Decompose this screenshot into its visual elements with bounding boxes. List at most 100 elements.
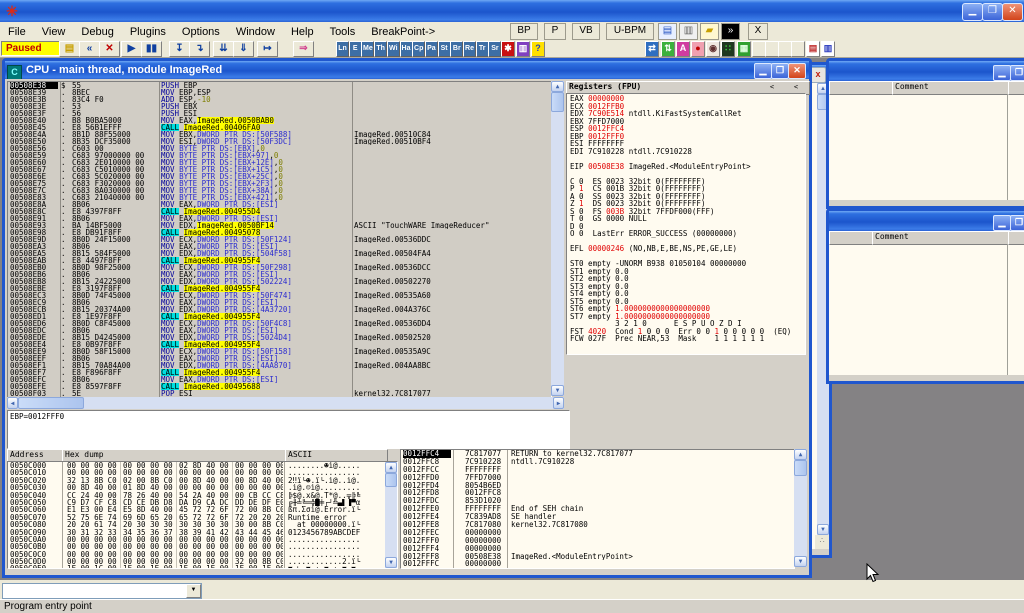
register-line[interactable]: FCW 027F Prec NEAR,53 Mask 1 1 1 1 1 1 — [570, 335, 805, 343]
panel-button-e[interactable]: E — [349, 41, 362, 57]
grid-window-icon[interactable]: ▦ — [737, 41, 751, 57]
go-to-icon[interactable]: ⇒ — [293, 41, 314, 57]
doc-gray-icon[interactable]: ▥ — [679, 23, 698, 40]
dump-row[interactable]: 0050C02032 13 8B C002 00 8B C000 8D 40 0… — [8, 477, 397, 484]
disassembly-vscroll[interactable]: ▲ ▼ — [551, 81, 564, 396]
disasm-row[interactable]: 00508E75.C683 F3020000 00MOV BYTE PTR DS… — [8, 180, 551, 187]
dump-row[interactable]: 0050C08020 20 61 7420 30 30 3030 30 30 3… — [8, 521, 397, 528]
trace-over-icon[interactable]: ⇓ — [233, 41, 254, 57]
disasm-row[interactable]: 00508E40.B8 B0BA5000MOV EAX,ImageRed.005… — [8, 117, 551, 124]
panel-button-wi[interactable]: Wi — [387, 41, 400, 57]
dump-row[interactable]: 0050C0A000 00 00 0000 00 00 0000 00 00 0… — [8, 536, 397, 543]
plugin-close-button[interactable]: X — [748, 23, 768, 40]
disasm-row[interactable]: 00508ECB.8B15 20374A00MOV EDX,DWORD PTR … — [8, 306, 551, 313]
panel-button-ha[interactable]: Ha — [400, 41, 413, 57]
disasm-row[interactable]: 00508EA5.8B15 584F5000MOV EDX,DWORD PTR … — [8, 250, 551, 257]
stack-row[interactable]: 0012FFD48054B6ED — [401, 482, 794, 490]
scroll-up-icon[interactable]: ▲ — [551, 81, 564, 92]
step-into-icon[interactable]: ↧ — [169, 41, 190, 57]
panel-button-re[interactable]: Re — [463, 41, 476, 57]
disasm-row[interactable]: 00508EB6.8B06MOV EAX,DWORD PTR DS:[ESI] — [8, 271, 551, 278]
close-button[interactable]: ✕ — [1002, 3, 1023, 21]
scroll-up-icon[interactable]: ▲ — [385, 462, 397, 473]
disasm-row[interactable]: 00508ED6.8B0D C8F45000MOV ECX,DWORD PTR … — [8, 320, 551, 327]
panel-button-cp[interactable]: Cp — [412, 41, 425, 57]
dump-row[interactable]: 0050C0D000 00 00 0000 00 00 0000 00 00 0… — [8, 558, 397, 565]
dump-pane[interactable]: Address Hex dump ASCII 0050C00000 00 00 … — [7, 449, 398, 569]
maximize-button[interactable]: ❐ — [982, 3, 1003, 21]
step-over-icon[interactable]: ↴ — [189, 41, 210, 57]
scroll-down-icon[interactable]: ▼ — [794, 556, 807, 567]
minimize-button[interactable]: ▁ — [993, 65, 1011, 81]
console-icon[interactable]: » — [721, 23, 740, 40]
disasm-row[interactable]: 00508EE9.8B0D 58F15000MOV ECX,DWORD PTR … — [8, 348, 551, 355]
stack-vscroll[interactable]: ▲ ▼ — [794, 449, 807, 567]
close-program-icon[interactable]: ✕ — [99, 41, 120, 57]
panel-button-th[interactable]: Th — [374, 41, 387, 57]
command-input[interactable]: ▼ — [2, 583, 202, 599]
disasm-row[interactable]: 00508E4A.8B1D 88F55000MOV EBX,DWORD PTR … — [8, 131, 551, 138]
register-line[interactable]: O 0 LastErr ERROR_SUCCESS (00000000) — [570, 230, 805, 238]
disassembly-pane[interactable]: 00508E38$55PUSH EBP00508E39.8BECMOV EBP,… — [7, 81, 552, 398]
restore-button[interactable]: ❐ — [1010, 215, 1024, 231]
highlight-a-icon[interactable]: A — [676, 41, 690, 57]
stack-row[interactable]: 0012FFF800508E38ImageRed.<ModuleEntryPoi… — [401, 553, 794, 561]
cpu-window-title[interactable]: CCPU - main thread, module ImageRed ▁ ❐ … — [5, 61, 809, 79]
disasm-row[interactable]: 00508E45.E8 56B1EFFFCALL ImageRed.00406F… — [8, 124, 551, 131]
stack-row[interactable]: 0012FFD80012FFC8 — [401, 489, 794, 497]
disasm-row[interactable]: 00508E98.E8 DB91F8FFCALL ImageRed.004950… — [8, 229, 551, 236]
dump-row[interactable]: 0050C03000 8D 40 0001 8D 40 0000 00 00 0… — [8, 484, 397, 491]
plugin-button-vb[interactable]: VB — [572, 23, 600, 40]
scroll-down-icon[interactable]: ▼ — [817, 524, 829, 535]
panel-button-ln[interactable]: Ln — [336, 41, 349, 57]
registers-next-button[interactable]: < — [785, 83, 807, 92]
swap-icon[interactable]: ⇄ — [645, 41, 659, 57]
panel-button-sr[interactable]: Sr — [488, 41, 501, 57]
stack-row[interactable]: 0012FFCCFFFFFFFF — [401, 466, 794, 474]
empty-slot[interactable] — [752, 41, 766, 57]
disasm-row[interactable]: 00508EAB.E8 4497F8FFCALL ImageRed.004955… — [8, 257, 551, 264]
comment-window-top[interactable]: ▁ ❐ ✕ Comment ▲ ▼ — [826, 58, 1024, 209]
dump-row[interactable]: 0050C00000 00 00 0000 00 00 0002 8D 40 0… — [8, 462, 397, 469]
stack-row[interactable]: 0012FFF000000000 — [401, 537, 794, 545]
disasm-row[interactable]: 00508EFE.E8 8597F8FFCALL ImageRed.004956… — [8, 383, 551, 390]
dump-row[interactable]: 0050C01000 00 00 0000 00 00 0000 00 00 0… — [8, 469, 397, 476]
disasm-row[interactable]: 00508E59.C683 97000000 00MOV BYTE PTR DS… — [8, 152, 551, 159]
empty-slot[interactable] — [791, 41, 805, 57]
restore-button[interactable]: ❐ — [1010, 65, 1024, 81]
background-close-button[interactable]: x — [810, 67, 826, 83]
disasm-row[interactable]: 00508EE4.E8 0B97F8FFCALL ImageRed.004955… — [8, 341, 551, 348]
scroll-left-icon[interactable]: ◀ — [7, 397, 18, 409]
stack-row[interactable]: 0012FFDC853D1020 — [401, 497, 794, 505]
disasm-row[interactable]: 00508E39.8BECMOV EBP,ESP — [8, 89, 551, 96]
info-pane[interactable]: EBP=0012FFF0 — [7, 410, 570, 449]
disasm-row[interactable]: 00508E56.C603 00MOV BYTE PTR DS:[EBX],0 — [8, 145, 551, 152]
disasm-row[interactable]: 00508E83.C683 21040000 00MOV BYTE PTR DS… — [8, 194, 551, 201]
dump-row[interactable]: 0050C0B000 00 00 0000 00 00 0000 00 00 0… — [8, 543, 397, 550]
disasm-row[interactable]: 00508E8C.E8 4397F8FFCALL ImageRed.004955… — [8, 208, 551, 215]
disasm-row[interactable]: 00508EBE.E8 3197F8FFCALL ImageRed.004955… — [8, 285, 551, 292]
register-line[interactable]: T 0 GS 0000 NULL — [570, 215, 805, 223]
disasm-row[interactable]: 00508EDC.8B06MOV EAX,DWORD PTR DS:[ESI] — [8, 327, 551, 334]
disasm-row[interactable]: 00508EFC.8B06MOV EAX,DWORD PTR DS:[ESI] — [8, 376, 551, 383]
empty-slot[interactable] — [765, 41, 779, 57]
disasm-row[interactable]: 00508E91.8B06MOV EAX,DWORD PTR DS:[ESI] — [8, 215, 551, 222]
scroll-right-icon[interactable]: ▶ — [553, 397, 564, 409]
list-report-icon[interactable]: ▤ — [806, 41, 820, 57]
dump-row[interactable]: 0050C07052 75 6E 7469 6D 65 2065 72 72 6… — [8, 514, 397, 521]
disasm-row[interactable]: 00508EB0.8B0D 98F25000MOV ECX,DWORD PTR … — [8, 264, 551, 271]
close-button[interactable]: ✕ — [788, 63, 806, 79]
disasm-row[interactable]: 00508EEF.8B06MOV EAX,DWORD PTR DS:[ESI] — [8, 355, 551, 362]
maximize-button[interactable]: ❐ — [771, 63, 789, 79]
dump-content[interactable]: 0050C00000 00 00 0000 00 00 0002 8D 40 0… — [7, 461, 398, 569]
dump-row[interactable]: 0050C0C000 00 00 0000 00 00 0000 00 00 0… — [8, 551, 397, 558]
disasm-row[interactable]: 00508EF7.E8 F896F8FFCALL ImageRed.004955… — [8, 369, 551, 376]
disasm-row[interactable]: 00508ED1.E8 1E97F8FFCALL ImageRed.004955… — [8, 313, 551, 320]
dump-row[interactable]: 0050C0E01F 00 1C 001F 00 1E 001F 00 1E 0… — [8, 565, 397, 569]
panel-button-me[interactable]: Me — [361, 41, 374, 57]
comment-window-top-title[interactable]: ▁ ❐ ✕ — [829, 61, 1024, 81]
disasm-row[interactable]: 00508E6E.C683 5C020000 00MOV BYTE PTR DS… — [8, 173, 551, 180]
updown-icon[interactable]: ⇅ — [661, 41, 675, 57]
column-header-comment[interactable]: Comment — [872, 231, 1011, 245]
scroll-up-icon[interactable]: ▲ — [794, 449, 807, 460]
